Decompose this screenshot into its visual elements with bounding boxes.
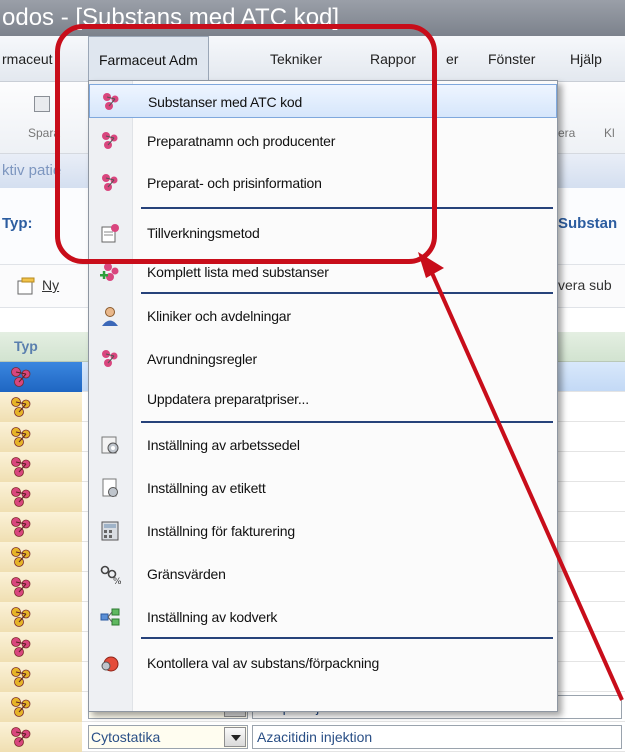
row-type-cell[interactable]	[0, 452, 82, 482]
column-header-typ[interactable]: Typ	[14, 338, 38, 354]
verify-substance-button[interactable]: vera sub	[558, 277, 612, 293]
label-icon	[99, 477, 121, 499]
molecule-icon	[11, 697, 31, 717]
molecule-icon	[11, 457, 31, 477]
save-icon[interactable]	[34, 96, 50, 112]
row-type-cell[interactable]	[0, 392, 82, 422]
molecule-icon	[11, 427, 31, 447]
menu-item-label: Inställning för fakturering	[147, 523, 295, 539]
menu-item-avrundningsregler[interactable]: Avrundningsregler	[89, 342, 557, 376]
typ-label: Typ:	[2, 215, 33, 232]
row-type-cell[interactable]	[0, 362, 82, 392]
toolbar-button-partial[interactable]: era	[558, 126, 575, 140]
molecule-icon	[11, 727, 31, 747]
menu-item-label: Kontollera val av substans/förpackning	[147, 655, 380, 671]
row-type-cell[interactable]	[0, 632, 82, 662]
row-type-cell[interactable]	[0, 422, 82, 452]
row-type-cell[interactable]	[0, 482, 82, 512]
molecule-icon	[11, 667, 31, 687]
chevron-down-icon[interactable]	[224, 727, 246, 747]
table-row[interactable]: Cytostatika Azacitidin injektion	[0, 722, 625, 752]
molecule-icon	[11, 637, 31, 657]
row-type-cell[interactable]	[0, 602, 82, 632]
calculator-icon	[99, 520, 121, 542]
molecule-icon	[11, 367, 31, 387]
menu-separator	[141, 421, 553, 423]
molecule-icon	[11, 577, 31, 597]
molecule-icon	[11, 397, 31, 417]
user-icon	[99, 305, 121, 327]
menu-fonster[interactable]: Fönster	[488, 36, 535, 82]
molecule-icon	[99, 348, 121, 370]
menu-item-label: Inställning av arbetssedel	[147, 437, 300, 453]
menu-farmaceut[interactable]: rmaceut	[2, 36, 53, 82]
row-type-cell[interactable]	[0, 572, 82, 602]
menu-item-label: Kliniker och avdelningar	[147, 308, 291, 324]
menu-hjalp[interactable]: Hjälp	[570, 36, 602, 82]
percent-icon: %	[99, 563, 122, 587]
menu-item-inställning-av-kodverk[interactable]: Inställning av kodverk	[89, 600, 557, 634]
toolbar-button-partial-2[interactable]: Kl	[604, 126, 615, 140]
molecule-add-icon	[99, 261, 121, 283]
menu-item-label: Uppdatera preparatpriser...	[147, 391, 309, 407]
molecule-icon	[11, 547, 31, 567]
menu-item-kliniker-och-avdelningar[interactable]: Kliniker och avdelningar	[89, 299, 557, 333]
menu-item-uppdatera-preparatpriser[interactable]: Uppdatera preparatpriser...	[89, 382, 557, 416]
svg-text:%: %	[113, 577, 121, 585]
row-type-cell[interactable]	[0, 692, 82, 722]
menu-rapporter-tail[interactable]: er	[446, 36, 458, 82]
row-type-cell[interactable]	[0, 722, 82, 752]
tree-icon	[99, 606, 121, 628]
menu-item-kontollera-val-av-substans-förpackning[interactable]: Kontollera val av substans/förpackning	[89, 646, 557, 680]
new-icon[interactable]	[16, 277, 36, 295]
substans-label: Substan	[558, 215, 618, 232]
menu-item-inställning-av-etikett[interactable]: Inställning av etikett	[89, 471, 557, 505]
menu-item-label: Inställning av kodverk	[147, 609, 278, 625]
row-type-cell[interactable]	[0, 512, 82, 542]
annotation-highlight-box	[55, 24, 437, 264]
molecule-icon	[11, 487, 31, 507]
molecule-icon	[11, 517, 31, 537]
menu-item-gränsvärden[interactable]: % Gränsvärden	[89, 557, 557, 591]
tools-icon	[99, 434, 121, 456]
menu-item-label: Inställning av etikett	[147, 480, 266, 496]
row-type-cell[interactable]	[0, 662, 82, 692]
menu-item-label: Gränsvärden	[147, 566, 226, 582]
check-icon	[99, 652, 121, 674]
menu-item-inställning-för-fakturering[interactable]: Inställning för fakturering	[89, 514, 557, 548]
row-type-cell[interactable]	[0, 542, 82, 572]
molecule-icon	[11, 607, 31, 627]
menu-separator	[141, 292, 553, 294]
menu-item-label: Avrundningsregler	[147, 351, 257, 367]
menu-separator	[141, 637, 553, 639]
new-button[interactable]: Ny	[42, 277, 59, 293]
menu-item-inställning-av-arbetssedel[interactable]: Inställning av arbetssedel	[89, 428, 557, 462]
substance-name-cell[interactable]: Azacitidin injektion	[252, 725, 622, 749]
